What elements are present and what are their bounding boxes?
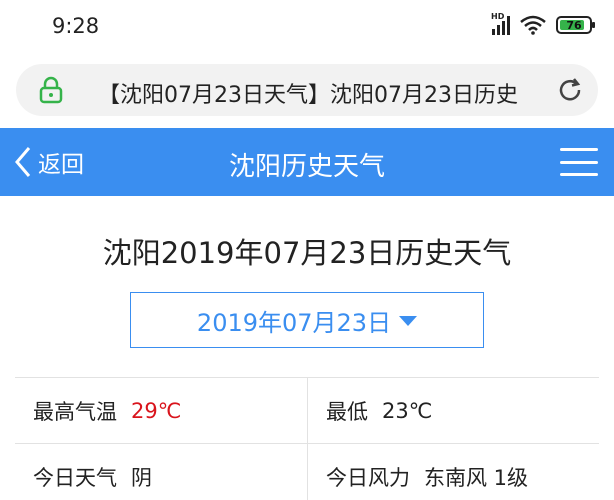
page-title: 沈阳2019年07月23日历史天气 (102, 236, 512, 270)
lock-icon (39, 76, 63, 104)
menu-button[interactable] (560, 144, 598, 180)
date-select[interactable]: 2019年07月23日 (130, 292, 484, 348)
high-temp-value: 29℃ (131, 398, 182, 423)
app-header: 返回 沈阳历史天气 (0, 128, 614, 196)
low-temp-value: 23℃ (382, 398, 433, 423)
condition-label: 今日天气 (33, 465, 117, 490)
reload-icon[interactable] (556, 76, 584, 104)
battery-level: 76 (566, 18, 582, 32)
condition-cell: 今日天气 阴 (15, 444, 307, 500)
header-title: 沈阳历史天气 (228, 152, 385, 182)
weather-row: 今日天气 阴 今日风力 东南风 1级 (15, 444, 599, 500)
status-icons: HD 76 (491, 12, 595, 35)
wind-cell: 今日风力 东南风 1级 (307, 444, 599, 500)
weather-table: 最高气温 29℃ 最低 23℃ 今日天气 阴 今日风力 东南风 1级 (15, 377, 599, 500)
wind-value: 东南风 1级 (424, 465, 529, 490)
status-bar: 9:28 HD 76 (0, 0, 614, 56)
high-temp-cell: 最高气温 29℃ (15, 378, 307, 443)
wind-label: 今日风力 (326, 465, 410, 490)
address-bar[interactable]: 【沈阳07月23日天气】沈阳07月23日历史 (16, 64, 598, 116)
weather-row: 最高气温 29℃ 最低 23℃ (15, 378, 599, 444)
network-type-label: HD (491, 12, 505, 21)
condition-value: 阴 (131, 465, 152, 490)
wifi-icon (520, 15, 546, 35)
date-value: 2019年07月23日 (196, 308, 392, 337)
battery-icon: 76 (556, 16, 595, 34)
menu-icon (560, 148, 598, 151)
low-temp-cell: 最低 23℃ (307, 378, 599, 443)
signal-icon: HD (491, 12, 510, 35)
caret-down-icon (399, 316, 418, 326)
status-time: 9:28 (52, 14, 100, 38)
high-temp-label: 最高气温 (33, 399, 117, 424)
low-temp-label: 最低 (326, 399, 368, 424)
address-text[interactable]: 【沈阳07月23日天气】沈阳07月23日历史 (98, 77, 558, 109)
